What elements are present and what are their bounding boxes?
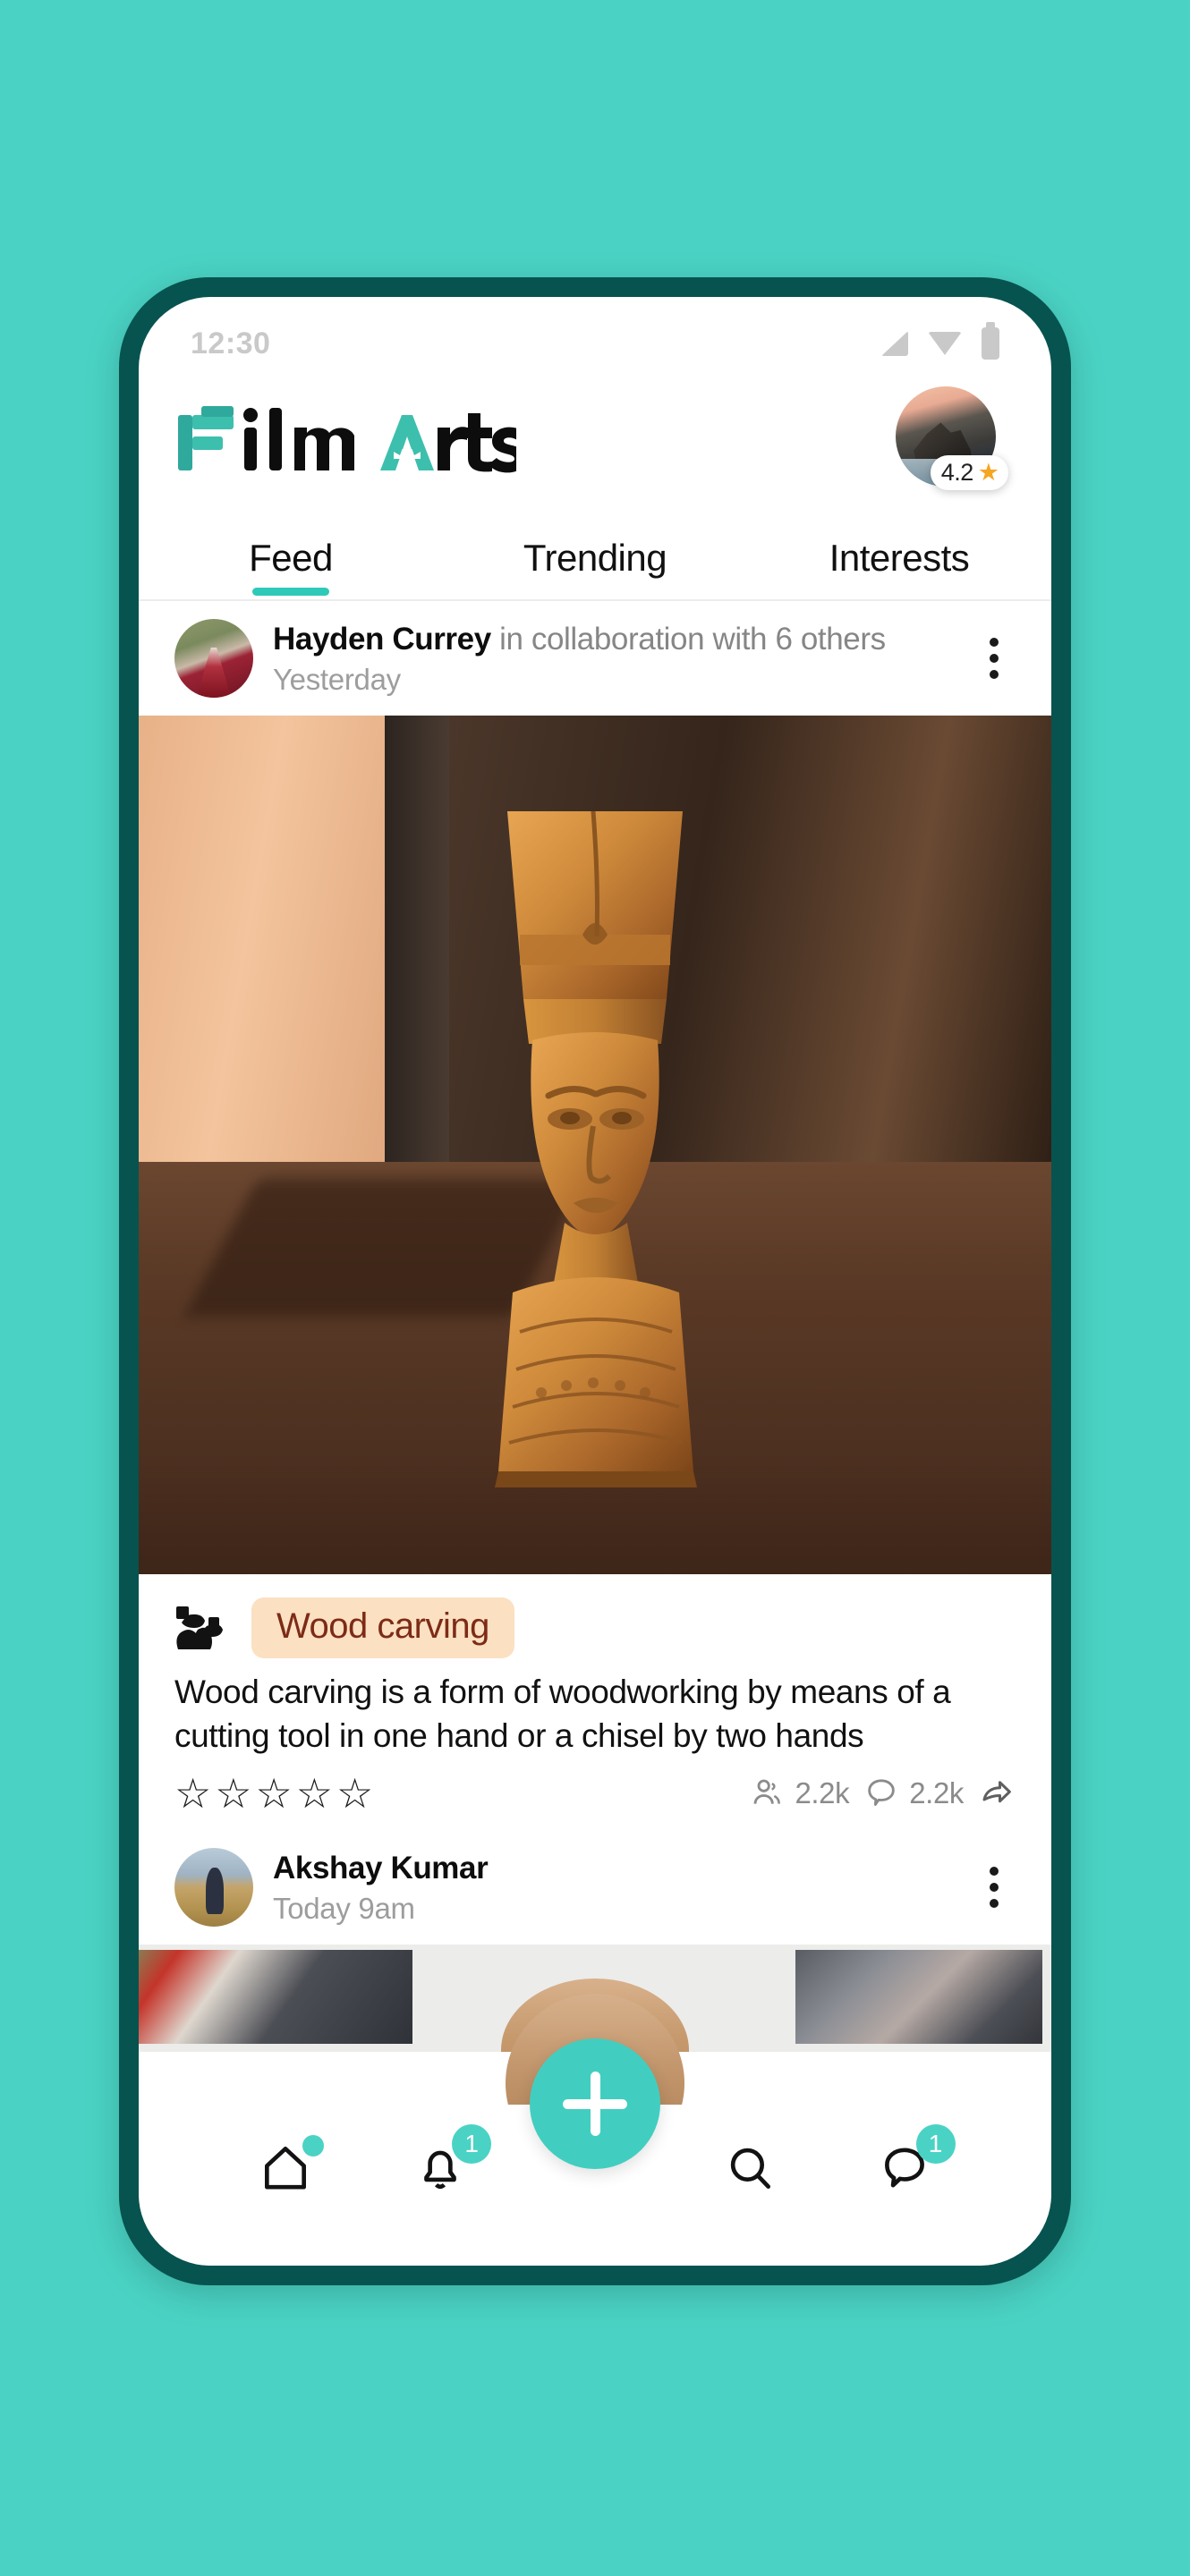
hand-carving-icon <box>176 1606 223 1649</box>
battery-icon <box>982 322 999 360</box>
post-timestamp: Yesterday <box>273 662 401 696</box>
gallery-painting-left <box>139 1949 412 2045</box>
post-meta: Hayden Currey in collaboration with 6 ot… <box>273 620 955 697</box>
post-author-avatar[interactable] <box>174 1847 253 1927</box>
nav-item-search[interactable] <box>672 2140 827 2200</box>
people-icon <box>754 1779 781 1804</box>
tab-feed[interactable]: Feed <box>139 537 443 599</box>
feed-list: Hayden Currey in collaboration with 6 ot… <box>139 601 1051 2052</box>
rating-value: 4.2 <box>940 459 974 486</box>
tab-trending-label: Trending <box>523 537 667 579</box>
tab-trending[interactable]: Trending <box>443 537 747 599</box>
phone-frame: 12:30 4.2 ★ Feed Trending Interests Hayd… <box>119 277 1071 2285</box>
share-icon <box>982 1780 1011 1802</box>
kebab-menu-icon[interactable] <box>974 638 1014 679</box>
post-author-line: Akshay Kumar <box>273 1849 955 1888</box>
post-author-line: Hayden Currey in collaboration with 6 ot… <box>273 620 955 659</box>
tab-feed-label: Feed <box>249 537 333 579</box>
app-header: 4.2 ★ <box>139 377 1051 503</box>
comments-count: 2.2k <box>909 1775 964 1809</box>
plus-icon <box>563 2072 627 2136</box>
post-timestamp: Today 9am <box>273 1891 415 1925</box>
messages-badge: 1 <box>915 2123 956 2164</box>
star-icon: ★ <box>977 459 999 486</box>
phone-screen: 12:30 4.2 ★ Feed Trending Interests Hayd… <box>139 297 1051 2266</box>
nav-item-notifications[interactable]: 1 <box>363 2123 518 2200</box>
home-status-dot <box>302 2134 325 2157</box>
post-author-name[interactable]: Akshay Kumar <box>273 1851 489 1885</box>
kebab-menu-icon[interactable] <box>974 1866 1014 1908</box>
rating-badge: 4.2 ★ <box>930 455 1008 490</box>
filmartsy-logo-icon <box>178 406 516 473</box>
signal-icon <box>881 331 908 356</box>
search-icon <box>730 2148 770 2189</box>
app-logo[interactable] <box>176 402 516 478</box>
post-header: Hayden Currey in collaboration with 6 ot… <box>139 601 1051 716</box>
star-outline-icon[interactable]: ☆ <box>256 1773 293 1814</box>
comment-icon <box>868 1779 895 1806</box>
post-tag[interactable]: Wood carving <box>251 1597 514 1658</box>
rating-stars[interactable]: ☆ ☆ ☆ ☆ ☆ <box>174 1773 373 1814</box>
nav-item-home[interactable] <box>208 2134 363 2200</box>
status-time: 12:30 <box>191 326 271 360</box>
tab-interests-label: Interests <box>829 537 970 579</box>
notifications-badge: 1 <box>452 2123 492 2164</box>
star-outline-icon[interactable]: ☆ <box>215 1773 251 1814</box>
post-author-name[interactable]: Hayden Currey <box>273 622 491 657</box>
post-image[interactable] <box>139 716 1051 1574</box>
star-outline-icon[interactable]: ☆ <box>174 1773 211 1814</box>
create-post-fab[interactable] <box>530 2038 660 2169</box>
star-outline-icon[interactable]: ☆ <box>296 1773 333 1814</box>
views-count: 2.2k <box>795 1775 850 1809</box>
share-stat[interactable] <box>978 1775 1016 1812</box>
status-bar: 12:30 <box>139 297 1051 377</box>
photo-wall-left <box>139 716 386 1180</box>
post-header: Akshay Kumar Today 9am <box>139 1829 1051 1945</box>
tab-bar: Feed Trending Interests <box>139 503 1051 601</box>
status-icons <box>881 322 999 360</box>
tab-interests[interactable]: Interests <box>747 537 1051 599</box>
post-author-avatar[interactable] <box>174 619 253 698</box>
star-outline-icon[interactable]: ☆ <box>336 1773 373 1814</box>
gallery-painting-right <box>795 1949 1042 2045</box>
avatar[interactable]: 4.2 ★ <box>890 386 1008 494</box>
nav-item-messages[interactable]: 1 <box>827 2123 982 2200</box>
nefertiti-bust-carving <box>495 811 697 1488</box>
wifi-icon <box>928 332 962 355</box>
post-description: Wood carving is a form of woodworking by… <box>174 1674 951 1754</box>
views-stat[interactable]: 2.2k <box>749 1775 850 1811</box>
post-collab-text: in collaboration with 6 others <box>490 622 886 657</box>
post-tag-row: Wood carving <box>139 1574 1051 1667</box>
post-engagement: 2.2k 2.2k <box>749 1775 1016 1812</box>
post-stats-row: ☆ ☆ ☆ ☆ ☆ 2.2k 2.2k <box>139 1758 1051 1830</box>
comments-stat[interactable]: 2.2k <box>863 1775 964 1811</box>
post-meta: Akshay Kumar Today 9am <box>273 1849 955 1926</box>
